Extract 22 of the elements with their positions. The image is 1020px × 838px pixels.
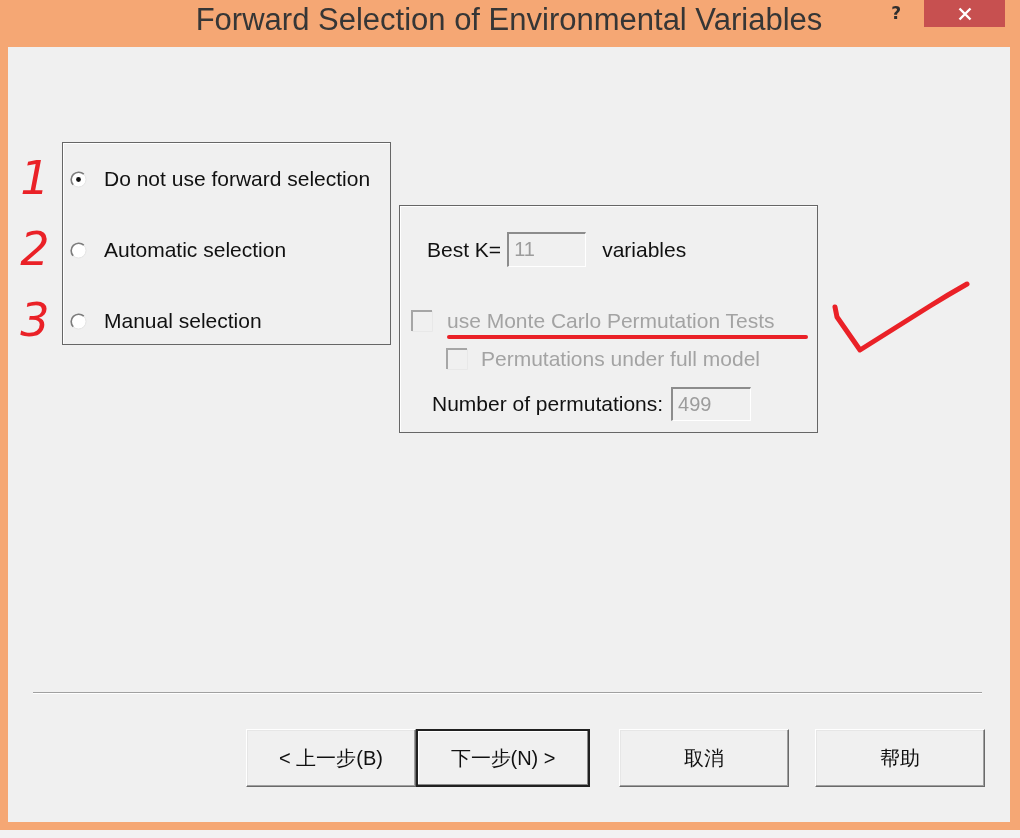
unit-label: variables [602, 237, 687, 262]
field-label: Best K= [427, 237, 502, 262]
radio-button[interactable] [70, 241, 87, 259]
window-title: Forward Selection of Environmental Variables [195, 1, 823, 37]
option-label: Automatic selection [104, 238, 287, 262]
close-icon [957, 6, 972, 21]
dialog-button[interactable]: 下一步(N) > [416, 729, 590, 787]
option-label: Do not use forward selection [104, 167, 371, 191]
dialog-button[interactable]: 取消 [619, 729, 789, 787]
help-button[interactable]: ? [891, 3, 901, 23]
checkbox-label: Permutations under full model [481, 347, 760, 371]
dialog-button[interactable]: 帮助 [815, 729, 985, 787]
annotation-number: 1 [20, 155, 50, 201]
dialog-button[interactable]: < 上一步(B) [246, 729, 416, 787]
radio-button[interactable] [70, 170, 87, 188]
field-label: Number of permutations: [432, 392, 664, 416]
close-button[interactable] [924, 0, 1005, 27]
annotation-number: 2 [20, 226, 50, 272]
option-label: Manual selection [104, 309, 262, 333]
annotation-number: 3 [20, 297, 50, 343]
radio-button[interactable] [70, 312, 87, 330]
checkbox-label: use Monte Carlo Permutation Tests [447, 309, 775, 333]
